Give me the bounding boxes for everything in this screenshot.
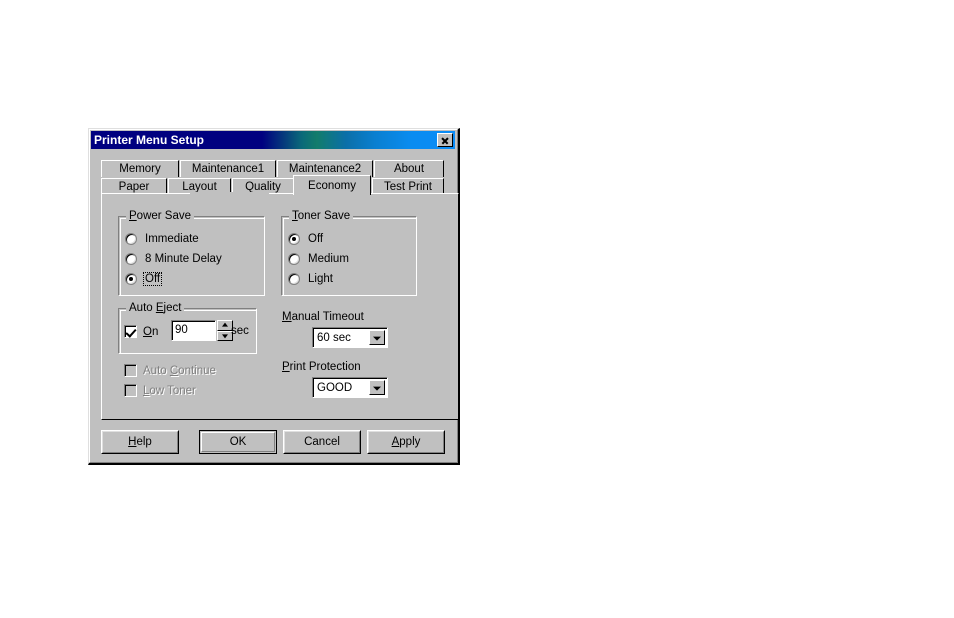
cancel-button[interactable]: Cancel bbox=[283, 430, 361, 454]
apply-button[interactable]: Apply bbox=[367, 430, 445, 454]
close-icon[interactable] bbox=[437, 133, 453, 147]
radio-icon bbox=[288, 273, 300, 285]
tab-maintenance1[interactable]: Maintenance1 bbox=[180, 160, 276, 177]
tab-about[interactable]: About bbox=[374, 160, 444, 177]
radio-icon-selected bbox=[288, 233, 300, 245]
manual-timeout-combo[interactable]: 60 sec bbox=[312, 327, 388, 348]
checkbox-icon bbox=[124, 384, 137, 397]
radio-power-save-8-minute-delay[interactable]: 8 Minute Delay bbox=[125, 252, 224, 266]
radio-power-save-immediate[interactable]: Immediate bbox=[125, 232, 201, 246]
help-button-label: Help bbox=[128, 436, 152, 448]
checkbox-auto-continue[interactable]: Auto Continue bbox=[124, 364, 216, 377]
radio-label: Immediate bbox=[145, 233, 199, 245]
auto-eject-units-label: sec bbox=[231, 325, 249, 337]
toner-save-title: Toner Save bbox=[289, 210, 354, 222]
tab-economy[interactable]: Economy bbox=[293, 175, 371, 195]
tab-label: About bbox=[393, 163, 425, 175]
chevron-down-icon[interactable] bbox=[369, 330, 385, 345]
radio-label: Off bbox=[308, 233, 324, 245]
ok-button[interactable]: OK bbox=[199, 430, 277, 454]
radio-label: Off bbox=[143, 272, 163, 286]
radio-power-save-off[interactable]: Off bbox=[125, 272, 163, 286]
apply-button-label: Apply bbox=[391, 436, 421, 448]
tab-label: Economy bbox=[308, 179, 356, 192]
title-bar[interactable]: Printer Menu Setup bbox=[91, 131, 455, 149]
tab-label: Maintenance1 bbox=[191, 163, 265, 175]
tab-memory[interactable]: Memory bbox=[101, 160, 179, 177]
auto-eject-title: Auto Eject bbox=[126, 302, 185, 314]
checkbox-auto-eject-on[interactable]: On bbox=[124, 325, 158, 338]
cancel-button-label: Cancel bbox=[304, 436, 340, 448]
radio-toner-save-light[interactable]: Light bbox=[288, 272, 335, 286]
radio-toner-save-medium[interactable]: Medium bbox=[288, 252, 351, 266]
tab-label: Test Print bbox=[384, 181, 432, 193]
checkbox-label: Auto Continue bbox=[143, 364, 216, 377]
tab-label: Memory bbox=[119, 163, 161, 175]
ok-button-label: OK bbox=[229, 436, 247, 448]
print-protection-combo[interactable]: GOOD bbox=[312, 377, 388, 398]
tab-label: Maintenance2 bbox=[288, 163, 362, 175]
checkbox-label: On bbox=[143, 325, 159, 338]
manual-timeout-value: 60 sec bbox=[317, 332, 351, 344]
checkbox-label: Low Toner bbox=[143, 384, 196, 397]
radio-icon-selected bbox=[125, 273, 137, 285]
print-protection-label: Print Protection bbox=[282, 361, 361, 373]
auto-eject-value[interactable]: 90 bbox=[171, 320, 216, 341]
radio-label: Light bbox=[308, 273, 333, 285]
tab-label: Paper bbox=[118, 181, 150, 193]
economy-tab-panel: Power Save Immediate 8 Minute Delay Off … bbox=[101, 193, 459, 420]
radio-label: Medium bbox=[308, 253, 349, 265]
window-title: Printer Menu Setup bbox=[94, 133, 205, 147]
radio-label: 8 Minute Delay bbox=[145, 253, 222, 265]
print-protection-value: GOOD bbox=[317, 382, 353, 394]
auto-eject-spinner[interactable]: 90 bbox=[171, 320, 233, 341]
radio-icon bbox=[288, 253, 300, 265]
tab-panel-notch bbox=[190, 192, 269, 194]
radio-toner-save-off[interactable]: Off bbox=[288, 232, 325, 246]
chevron-down-icon[interactable] bbox=[369, 380, 385, 395]
power-save-title: Power Save bbox=[126, 210, 195, 222]
checkbox-low-toner[interactable]: Low Toner bbox=[124, 384, 196, 397]
help-button[interactable]: Help bbox=[101, 430, 179, 454]
manual-timeout-label: Manual Timeout bbox=[282, 311, 364, 323]
radio-icon bbox=[125, 253, 137, 265]
checkbox-icon-checked bbox=[124, 325, 137, 338]
radio-icon bbox=[125, 233, 137, 245]
checkbox-icon bbox=[124, 364, 137, 377]
